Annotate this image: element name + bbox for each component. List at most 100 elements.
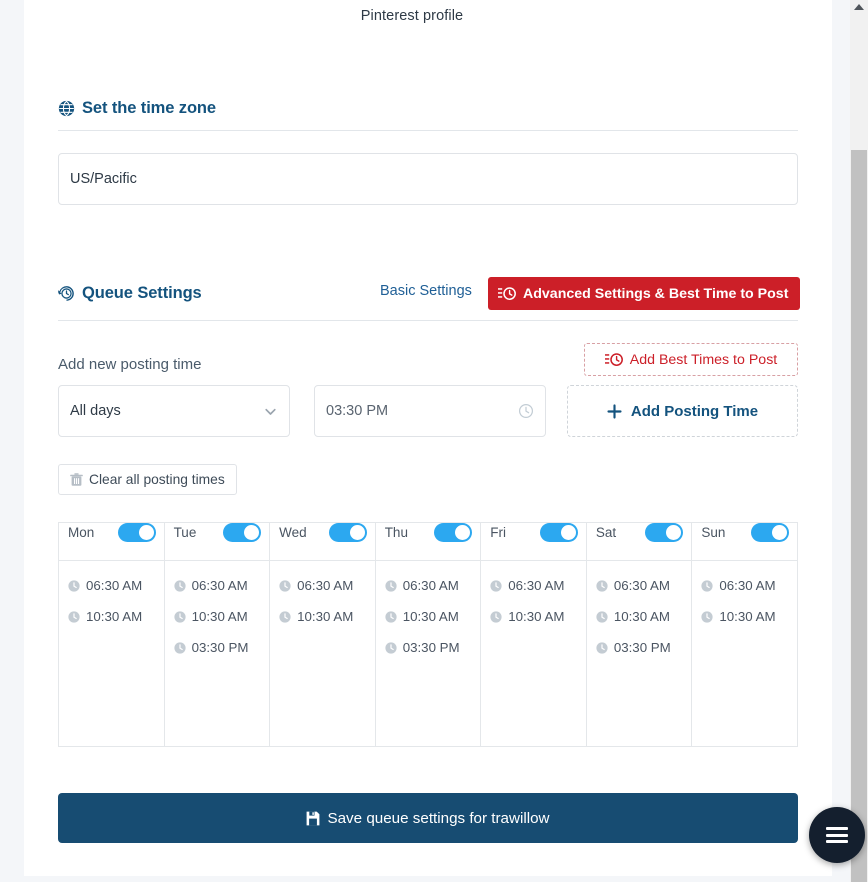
day-label: Tue <box>173 525 197 540</box>
posting-time-label: 03:30 PM <box>191 640 249 655</box>
posting-time-slot[interactable]: 10:30 AM <box>692 601 797 632</box>
schedule-day-header-wed: Wed <box>269 522 376 561</box>
posting-time-slot[interactable]: 10:30 AM <box>587 601 692 632</box>
scrollbar-thumb[interactable] <box>851 150 867 882</box>
schedule-day-times-thu: 06:30 AM 10:30 AM 03:30 PM <box>374 560 482 747</box>
posting-time-label: 06:30 AM <box>719 578 776 593</box>
posting-time-slot[interactable]: 03:30 PM <box>165 632 270 663</box>
posting-time-slot[interactable]: 06:30 AM <box>692 570 797 601</box>
day-toggle-sat[interactable] <box>645 523 684 542</box>
list-clock-icon <box>604 352 623 368</box>
posting-time-slot[interactable]: 10:30 AM <box>270 601 375 632</box>
add-best-times-button[interactable]: Add Best Times to Post <box>584 343 798 376</box>
chevron-down-icon <box>263 404 278 419</box>
timezone-value: US/Pacific <box>70 171 137 187</box>
clock-icon <box>490 610 502 623</box>
timezone-section-title: Set the time zone <box>82 99 216 117</box>
tab-advanced-settings[interactable]: Advanced Settings & Best Time to Post <box>488 277 801 310</box>
schedule-day-header-thu: Thu <box>374 522 482 561</box>
day-toggle-thu[interactable] <box>434 523 473 542</box>
posting-time-label: 10:30 AM <box>719 609 776 624</box>
tab-advanced-label: Advanced Settings & Best Time to Post <box>523 285 789 302</box>
clock-icon <box>173 610 186 623</box>
posting-time-label: 06:30 AM <box>297 578 354 593</box>
schedule-day-header-sun: Sun <box>691 522 798 561</box>
posting-time-label: 10:30 AM <box>508 609 565 624</box>
posting-time-slot[interactable]: 06:30 AM <box>59 570 164 601</box>
schedule-day-times-sun: 06:30 AM 10:30 AM <box>691 560 798 747</box>
posting-time-label: 06:30 AM <box>613 578 670 593</box>
posting-time-label: 06:30 AM <box>402 578 459 593</box>
posting-time-slot[interactable]: 06:30 AM <box>481 570 586 601</box>
day-toggle-tue[interactable] <box>223 523 262 542</box>
day-select[interactable]: All days <box>58 385 290 437</box>
posting-time-slot[interactable]: 10:30 AM <box>59 601 164 632</box>
add-posting-time-button[interactable]: Add Posting Time <box>567 385 798 437</box>
schedule-day-header-tue: Tue <box>163 522 271 561</box>
history-clock-icon <box>58 285 75 302</box>
posting-time-label: 03:30 PM <box>613 640 671 655</box>
browser-scrollbar[interactable] <box>850 0 868 882</box>
posting-time-slot[interactable]: 10:30 AM <box>376 601 481 632</box>
timezone-select[interactable]: US/Pacific <box>58 153 798 205</box>
clock-icon <box>701 579 713 592</box>
clear-all-label: Clear all posting times <box>89 472 225 487</box>
clock-outline-icon[interactable] <box>518 403 534 419</box>
settings-card: Pinterest profile Set the time zone US/P… <box>24 0 832 876</box>
hamburger-menu-icon <box>826 824 848 847</box>
posting-time-input[interactable]: 03:30 PM <box>314 385 546 437</box>
day-select-value: All days <box>70 403 121 419</box>
day-label: Sat <box>595 525 617 540</box>
timezone-section-heading: Set the time zone <box>58 99 216 118</box>
scrollbar-up-arrow[interactable] <box>850 0 868 14</box>
posting-time-value: 03:30 PM <box>326 403 389 419</box>
floating-menu-button[interactable] <box>809 807 865 863</box>
posting-time-slot[interactable]: 03:30 PM <box>376 632 481 663</box>
save-queue-settings-button[interactable]: Save queue settings for trawillow <box>58 793 798 843</box>
posting-time-slot[interactable]: 06:30 AM <box>165 570 270 601</box>
schedule-body-row: 06:30 AM 10:30 AM 06:30 AM 10:30 AM 03:30 PM… <box>58 560 798 747</box>
posting-time-slot[interactable]: 06:30 AM <box>376 570 481 601</box>
posting-time-label: 06:30 AM <box>86 578 143 593</box>
clock-icon <box>596 579 608 592</box>
posting-time-slot[interactable]: 03:30 PM <box>587 632 692 663</box>
day-toggle-wed[interactable] <box>328 523 367 542</box>
schedule-day-times-sat: 06:30 AM 10:30 AM 03:30 PM <box>585 560 693 747</box>
clock-icon <box>68 579 80 592</box>
globe-icon <box>58 100 75 117</box>
day-toggle-sun[interactable] <box>751 523 789 542</box>
add-posting-time-button-label: Add Posting Time <box>630 402 759 420</box>
clock-icon <box>701 610 713 623</box>
tab-basic-settings[interactable]: Basic Settings <box>380 283 472 299</box>
posting-time-label: 10:30 AM <box>86 609 143 624</box>
clear-all-posting-times-button[interactable]: Clear all posting times <box>58 464 237 495</box>
posting-time-label: 10:30 AM <box>297 609 354 624</box>
posting-time-slot[interactable]: 10:30 AM <box>481 601 586 632</box>
day-toggle-mon[interactable] <box>117 523 156 542</box>
posting-schedule-table: Mon Tue Wed Thu Fri Sat Sun 06:30 AM 10:30 AM 06… <box>58 522 798 747</box>
profile-caption: Pinterest profile <box>360 8 464 24</box>
posting-time-slot[interactable]: 06:30 AM <box>270 570 375 601</box>
clock-icon <box>596 641 608 654</box>
list-clock-icon <box>498 286 516 302</box>
queue-divider <box>58 320 798 321</box>
schedule-day-times-mon: 06:30 AM 10:30 AM <box>58 560 165 747</box>
posting-time-slot[interactable]: 10:30 AM <box>165 601 270 632</box>
clock-icon <box>279 610 291 623</box>
schedule-day-times-fri: 06:30 AM 10:30 AM <box>480 560 587 747</box>
day-label: Mon <box>68 525 95 540</box>
plus-icon <box>607 403 622 419</box>
day-label: Fri <box>490 525 506 540</box>
posting-time-slot[interactable]: 06:30 AM <box>587 570 692 601</box>
add-best-times-label: Add Best Times to Post <box>629 351 778 368</box>
clock-icon <box>596 610 608 623</box>
day-label: Thu <box>384 525 408 540</box>
posting-time-label: 06:30 AM <box>508 578 565 593</box>
day-toggle-fri[interactable] <box>539 523 578 542</box>
schedule-day-times-tue: 06:30 AM 10:30 AM 03:30 PM <box>163 560 271 747</box>
trash-icon <box>70 472 83 487</box>
schedule-header-row: Mon Tue Wed Thu Fri Sat Sun <box>58 522 798 561</box>
page-root: Pinterest profile Set the time zone US/P… <box>0 0 868 882</box>
clock-icon <box>490 579 502 592</box>
schedule-day-header-sat: Sat <box>585 522 693 561</box>
